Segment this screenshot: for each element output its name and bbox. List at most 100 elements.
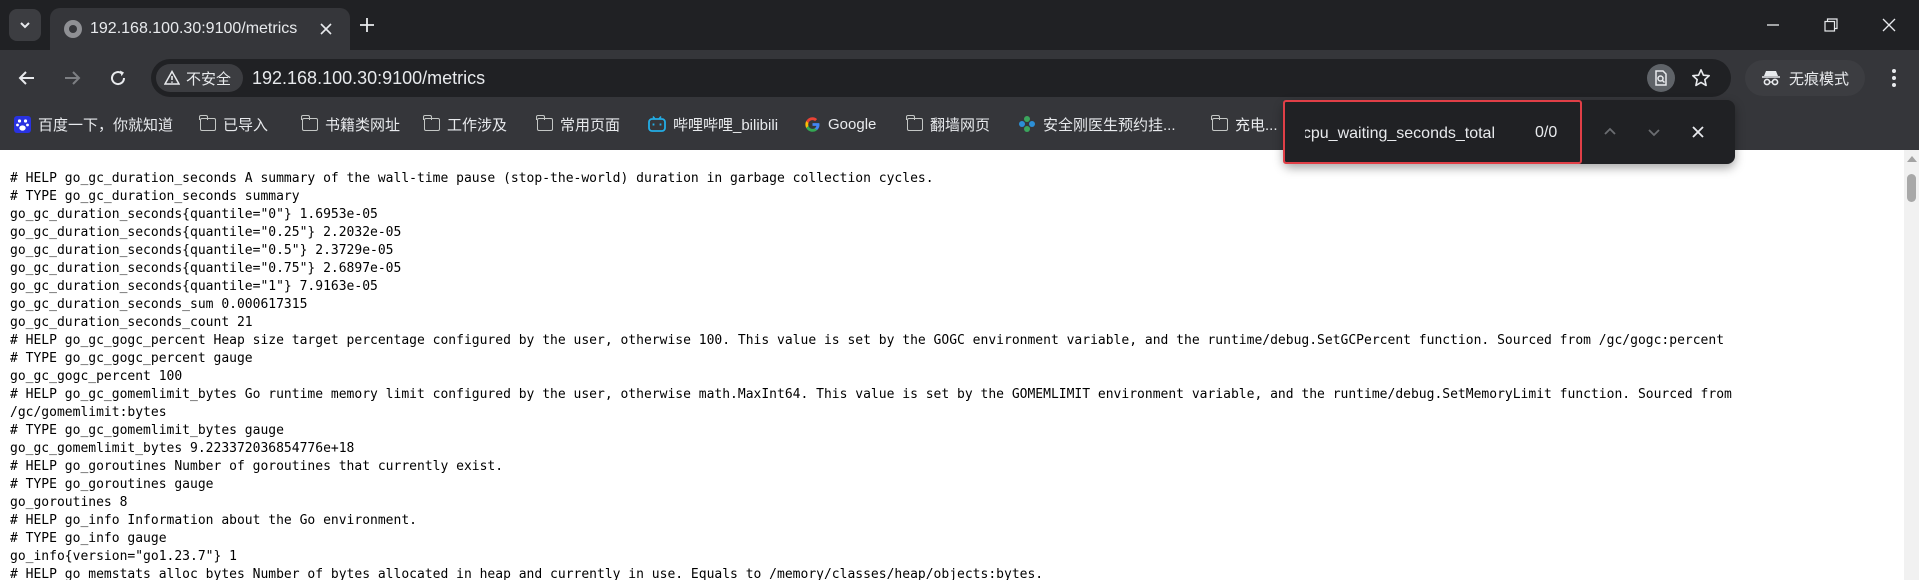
bookmark-label: 工作涉及 [447,116,508,134]
metrics-line: go_gc_gogc_percent 100 [10,369,183,384]
close-icon [1882,18,1896,32]
back-button[interactable] [11,62,43,94]
active-tab[interactable]: 192.168.100.30:9100/metrics [50,8,350,50]
metrics-line: # TYPE go_info gauge [10,531,167,546]
reload-button[interactable] [102,62,134,94]
metrics-line: go_gc_duration_seconds{quantile="1"} 7.9… [10,279,378,294]
star-icon [1692,69,1710,87]
metrics-line: # HELP go_goroutines Number of goroutine… [10,459,504,474]
bookmark-label: 书籍类网址 [325,116,401,134]
metrics-line: # HELP go_gc_duration_seconds A summary … [10,171,934,186]
metrics-line: go_gc_duration_seconds{quantile="0.25"} … [10,225,402,240]
metrics-line: # TYPE go_gc_gogc_percent gauge [10,351,253,366]
metrics-line: go_gc_duration_seconds{quantile="0"} 1.6… [10,207,378,222]
vertical-scrollbar[interactable] [1904,150,1919,580]
restore-button[interactable] [1802,0,1860,50]
bookmark-label: 哔哩哔哩_bilibili [673,116,779,134]
metrics-line: # HELP go_memstats_alloc_bytes Number of… [10,567,1044,580]
bookmark-label: 已导入 [223,116,269,134]
plus-icon [360,18,374,32]
folder-icon [301,114,318,131]
incognito-label: 无痕模式 [1789,70,1850,88]
find-close-button[interactable] [1684,118,1712,146]
folder-icon [423,114,440,131]
metrics-line: # HELP go_gc_gogc_percent Heap size targ… [10,333,1725,348]
folder-icon [906,114,923,131]
bookmark-label: 充电... [1235,116,1278,134]
address-bar[interactable]: 不安全 192.168.100.30:9100/metrics [151,59,1731,97]
bookmark-google[interactable]: Google [804,106,876,142]
find-previous-button[interactable] [1596,118,1624,146]
bilibili-icon [648,116,666,132]
bookmark-label: 百度一下，你就知道 [38,116,174,134]
bookmark-label: 安全刚医生预约挂... [1043,116,1176,134]
bookmark-folder-work[interactable]: 工作涉及 [423,106,508,142]
find-next-button[interactable] [1640,118,1668,146]
close-icon [1692,126,1704,138]
close-window-button[interactable] [1860,0,1918,50]
new-tab-button[interactable] [351,9,383,41]
find-in-page-button[interactable] [1647,64,1675,92]
warning-icon [164,70,180,85]
globe-icon [64,20,82,38]
bookmark-star-button[interactable] [1687,64,1715,92]
find-input[interactable] [1305,122,1495,146]
metrics-line: # HELP go_info Information about the Go … [10,513,417,528]
metrics-line: /gc/gomemlimit:bytes [10,405,167,420]
bookmark-folder-vpn[interactable]: 翻墙网页 [906,106,991,142]
bookmark-folder-books[interactable]: 书籍类网址 [301,106,401,142]
tab-strip: 192.168.100.30:9100/metrics [0,0,1919,50]
bookmark-baidu[interactable]: 百度一下，你就知道 [14,106,173,142]
browser-menu-button[interactable] [1878,62,1910,94]
bookmark-doctor-appointment[interactable]: 安全刚医生预约挂... [1018,106,1176,142]
pinwheel-icon [1019,116,1035,132]
restore-icon [1824,18,1838,32]
folder-icon [536,114,553,131]
security-chip[interactable]: 不安全 [156,64,244,92]
incognito-icon [1762,71,1780,86]
metrics-line: go_gc_duration_seconds_sum 0.000617315 [10,297,308,312]
minimize-button[interactable] [1744,0,1802,50]
chevron-up-icon [1604,127,1616,135]
metrics-line: # TYPE go_gc_duration_seconds summary [10,189,300,204]
metrics-text: # HELP go_gc_duration_seconds A summary … [0,150,1904,580]
arrow-right-icon [65,71,81,85]
find-bar: 0/0 [1283,100,1735,164]
scroll-up-arrow-icon[interactable] [1907,156,1917,162]
metrics-line: # HELP go_gc_gomemlimit_bytes Go runtime… [10,387,1732,402]
baidu-paw-icon [14,115,31,133]
bookmark-label: 翻墙网页 [930,116,991,134]
arrow-left-icon [18,71,34,85]
metrics-line: go_gc_gomemlimit_bytes 9.223372036854776… [10,441,355,456]
folder-icon [199,114,216,131]
bookmark-label: 常用页面 [560,116,621,134]
url-text[interactable]: 192.168.100.30:9100/metrics [252,68,485,89]
bookmark-label: Google [828,115,877,133]
metrics-line: go_gc_duration_seconds_count 21 [10,315,253,330]
page-content: # HELP go_gc_duration_seconds A summary … [0,150,1904,580]
tab-close-button[interactable] [314,17,338,41]
google-icon [805,116,820,132]
metrics-line: go_gc_duration_seconds{quantile="0.75"} … [10,261,402,276]
incognito-indicator[interactable]: 无痕模式 [1745,60,1865,96]
reload-icon [111,70,126,86]
find-input-highlight: 0/0 [1283,100,1582,164]
find-match-count: 0/0 [1535,124,1558,141]
minimize-icon [1767,24,1779,26]
bookmark-bilibili[interactable]: 哔哩哔哩_bilibili [648,106,778,142]
close-icon [320,23,332,35]
more-vertical-icon [1892,69,1896,87]
forward-button[interactable] [56,62,88,94]
toolbar: 不安全 192.168.100.30:9100/metrics 无痕模式 [0,50,1919,106]
metrics-line: go_gc_duration_seconds{quantile="0.5"} 2… [10,243,394,258]
metrics-line: # TYPE go_gc_gomemlimit_bytes gauge [10,423,284,438]
bookmark-folder-imported[interactable]: 已导入 [199,106,269,142]
chevron-down-icon [1648,129,1660,137]
bookmark-folder-common[interactable]: 常用页面 [536,106,621,142]
tab-search-button[interactable] [9,9,41,41]
chevron-down-icon [20,22,30,29]
tab-title: 192.168.100.30:9100/metrics [90,20,298,37]
find-in-page-icon [1655,70,1667,86]
bookmark-folder-charge[interactable]: 充电... [1211,106,1278,142]
scroll-thumb[interactable] [1907,174,1916,202]
